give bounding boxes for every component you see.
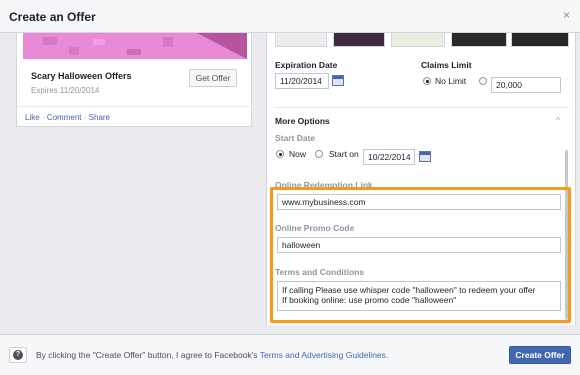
section-divider: [275, 107, 569, 108]
claims-limit-field[interactable]: 20,000: [491, 77, 561, 93]
action-separator: ·: [83, 113, 87, 122]
chevron-up-icon[interactable]: ^: [556, 116, 560, 125]
offer-image: [23, 33, 247, 59]
calendar-icon[interactable]: [332, 75, 344, 86]
thumbnail-image[interactable]: [511, 33, 569, 47]
terms-link[interactable]: Terms and Advertising Guidelines: [260, 350, 386, 360]
more-options-label[interactable]: More Options: [275, 116, 330, 126]
share-link[interactable]: Share: [89, 113, 110, 122]
preview-decoration: [197, 33, 247, 59]
create-offer-dialog: Create an Offer × Scary Halloween Offers…: [0, 0, 580, 375]
start-now-radio[interactable]: [276, 150, 284, 158]
offer-preview-card: Scary Halloween Offers Expires 11/20/201…: [16, 33, 253, 127]
thumbnail-image[interactable]: [275, 33, 327, 47]
start-on-radio[interactable]: [315, 150, 323, 158]
like-link[interactable]: Like: [25, 113, 40, 122]
dialog-footer: ? By clicking the "Create Offer" button,…: [0, 334, 580, 375]
thumbnail-image[interactable]: [451, 33, 507, 47]
start-now-label: Now: [289, 149, 307, 159]
offer-title: Scary Halloween Offers: [31, 71, 132, 81]
start-on-label: Start on: [329, 149, 359, 159]
offer-expiry: Expires 11/20/2014: [31, 86, 100, 95]
dialog-title: Create an Offer: [9, 10, 96, 24]
claims-limit-label: Claims Limit: [421, 60, 472, 70]
image-thumbnails: [275, 33, 569, 47]
help-button[interactable]: ?: [9, 347, 27, 363]
disclaimer-period: .: [385, 350, 389, 360]
thumbnail-image[interactable]: [391, 33, 445, 47]
get-offer-button[interactable]: Get Offer: [189, 69, 237, 87]
no-limit-label: No Limit: [435, 76, 467, 86]
start-date-label: Start Date: [275, 133, 316, 143]
action-separator: ·: [41, 113, 45, 122]
calendar-icon[interactable]: [419, 151, 431, 162]
claims-custom-radio[interactable]: [479, 77, 487, 85]
start-date-field[interactable]: 10/22/2014: [363, 149, 415, 165]
terms-disclaimer: By clicking the "Create Offer" button, I…: [36, 350, 388, 360]
expiration-date-field[interactable]: 11/20/2014: [275, 73, 329, 89]
highlight-annotation: [270, 187, 571, 323]
create-offer-button[interactable]: Create Offer: [509, 346, 571, 364]
disclaimer-text: By clicking the "Create Offer" button, I…: [36, 350, 258, 360]
no-limit-radio[interactable]: [423, 77, 431, 85]
comment-link[interactable]: Comment: [47, 113, 82, 122]
thumbnail-image[interactable]: [333, 33, 385, 47]
dialog-header: Create an Offer ×: [0, 0, 580, 33]
expiration-label: Expiration Date: [275, 60, 338, 70]
post-actions: Like · Comment · Share: [17, 106, 253, 127]
help-icon: ?: [13, 350, 23, 360]
close-icon[interactable]: ×: [563, 9, 570, 21]
